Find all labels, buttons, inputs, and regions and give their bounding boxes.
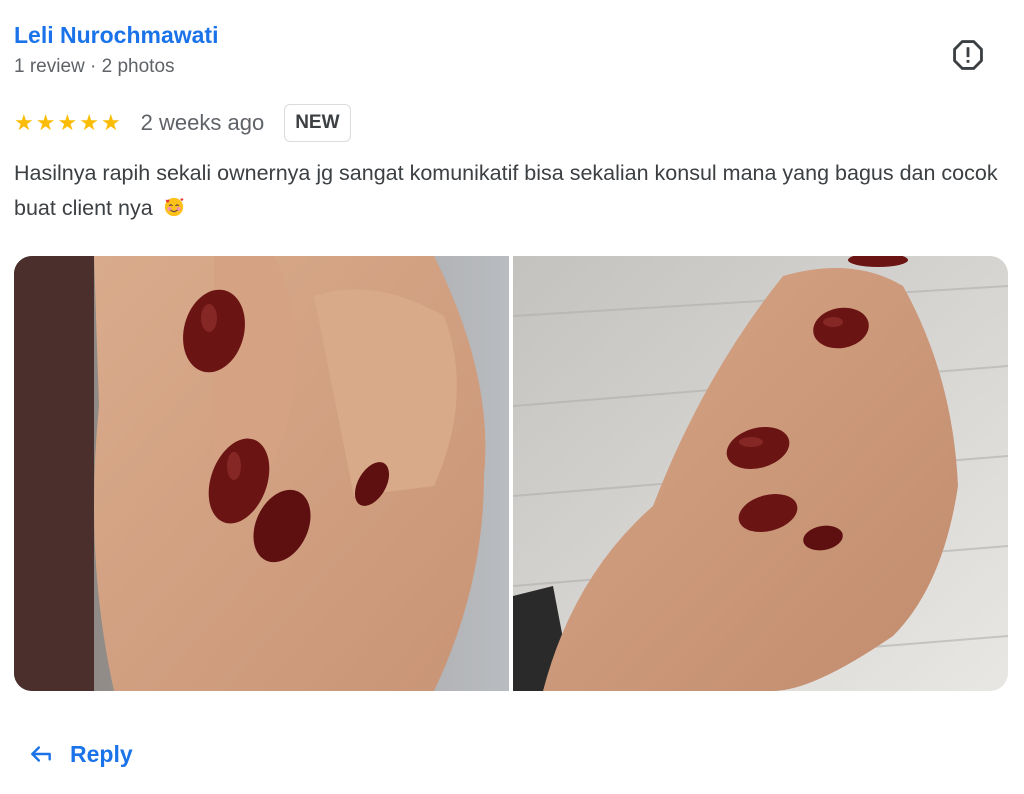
review-photos <box>14 256 1008 691</box>
review-date: 2 weeks ago <box>140 110 265 135</box>
review-text: Hasilnya rapih sekali ownernya jg sangat… <box>14 156 1004 226</box>
smiling-face-with-hearts-icon <box>164 197 183 217</box>
report-button[interactable] <box>948 35 988 75</box>
star-icon: ★ <box>35 110 56 135</box>
reply-button[interactable]: Reply <box>28 734 133 774</box>
review-photo-1[interactable] <box>14 256 509 691</box>
reply-label: Reply <box>70 740 133 767</box>
hand-nails-photo <box>14 256 509 691</box>
star-icon: ★ <box>100 110 121 135</box>
star-icon: ★ <box>57 110 78 135</box>
hand-nails-photo <box>513 256 1008 691</box>
review-photo-2[interactable] <box>513 256 1008 691</box>
reviewer-name[interactable]: Leli Nurochmawati <box>14 22 218 49</box>
star-rating: ★ ★ ★ ★ ★ <box>14 112 121 134</box>
rating-row: ★ ★ ★ ★ ★ 2 weeks ago NEW <box>14 103 351 143</box>
reviewer-meta: 1 review · 2 photos <box>14 56 175 77</box>
star-icon: ★ <box>79 110 99 135</box>
new-badge: NEW <box>284 104 351 142</box>
star-icon: ★ <box>14 110 34 135</box>
report-icon <box>953 40 983 70</box>
reply-arrow-icon <box>31 746 51 762</box>
review-text-content: Hasilnya rapih sekali ownernya jg sangat… <box>14 161 998 220</box>
